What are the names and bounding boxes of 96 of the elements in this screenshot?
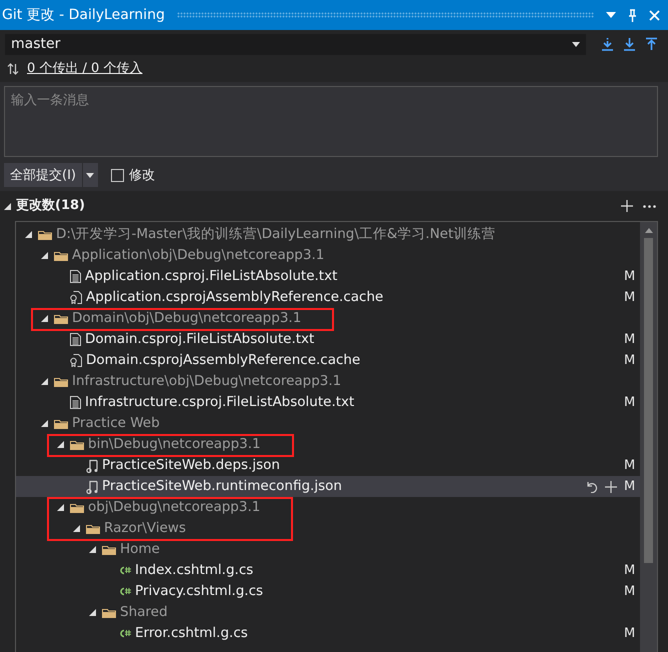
status-letter: M (624, 332, 636, 347)
folder-label: Practice Web (72, 416, 160, 431)
file-row[interactable]: PracticeSiteWeb.runtimeconfig.json M (16, 476, 640, 497)
file-row[interactable]: PracticeSiteWeb.deps.json M (16, 455, 640, 476)
csharp-file-icon (118, 566, 131, 575)
status-letter: M (624, 584, 636, 599)
folder-label: Razor\Views (104, 521, 186, 536)
sync-link[interactable]: 0 个传出 / 0 个传入 (27, 60, 142, 76)
commit-dropdown-button[interactable] (82, 163, 98, 187)
status-letter: M (624, 626, 636, 641)
expand-arrow-icon[interactable] (72, 525, 80, 532)
file-row[interactable]: Application.csproj.FileListAbsolute.txt M (16, 266, 640, 287)
ribbon-document-icon (70, 354, 82, 367)
json-file-icon (86, 480, 98, 494)
folder-icon (54, 250, 68, 261)
folder-icon (102, 607, 116, 618)
expand-arrow-icon[interactable] (4, 202, 11, 210)
status-letter: M (624, 395, 636, 410)
message-field[interactable]: 输入一条消息 (4, 86, 658, 157)
file-row[interactable]: Error.cshtml.g.cs M (16, 623, 640, 644)
file-name: Domain.csprojAssemblyReference.cache (86, 353, 360, 368)
folder-label: obj\Debug\netcoreapp3.1 (88, 500, 260, 515)
document-icon (70, 396, 81, 409)
sync-icon (7, 62, 19, 74)
close-icon[interactable] (649, 10, 660, 20)
folder-label: Domain\obj\Debug\netcoreapp3.1 (72, 311, 302, 326)
pull-icon[interactable] (623, 37, 636, 51)
file-name: Index.cshtml.g.cs (135, 563, 254, 578)
document-icon (70, 333, 81, 346)
file-row[interactable]: Privacy.cshtml.g.cs M (16, 581, 640, 602)
file-name: Domain.csproj.FileListAbsolute.txt (85, 332, 314, 347)
expand-arrow-icon[interactable] (56, 504, 64, 511)
folder-icon (102, 544, 116, 555)
expand-arrow-icon[interactable] (40, 252, 48, 259)
push-icon[interactable] (645, 37, 658, 51)
status-letter: M (624, 353, 636, 368)
status-letter: M (624, 458, 636, 473)
file-name: Application.csproj.FileListAbsolute.txt (85, 269, 338, 284)
status-letter: M (624, 479, 636, 494)
branch-dropdown[interactable]: master (5, 34, 586, 54)
amend-label: 修改 (128, 167, 155, 184)
expand-arrow-icon[interactable] (88, 546, 96, 553)
folder-icon (54, 376, 68, 387)
caret-icon (86, 172, 94, 178)
expand-arrow-icon[interactable] (40, 378, 48, 385)
file-row[interactable]: Domain.csproj.FileListAbsolute.txt M (16, 329, 640, 350)
file-name: Privacy.cshtml.g.cs (135, 584, 264, 599)
json-file-icon (86, 458, 98, 472)
expand-arrow-icon[interactable] (56, 441, 64, 448)
file-row[interactable]: Domain.csprojAssemblyReference.cache M (16, 350, 640, 371)
folder-label: D:\开发学习-Master\我的训练营\DailyLearning\工作&学习.Net训练营 (56, 227, 496, 242)
folder-icon (54, 313, 68, 324)
pin-icon[interactable] (628, 8, 637, 22)
status-letter: M (624, 563, 636, 578)
scroll-thumb[interactable] (644, 238, 653, 563)
file-name: PracticeSiteWeb.deps.json (102, 458, 280, 473)
undo-icon[interactable] (586, 480, 598, 492)
file-row[interactable]: Application.csprojAssemblyReference.cache M (16, 287, 640, 308)
amend-checkbox[interactable] (110, 168, 124, 182)
csharp-file-icon (118, 629, 131, 638)
document-icon (70, 270, 81, 283)
file-row[interactable]: Infrastructure.csproj.FileListAbsolute.txt M (16, 392, 640, 413)
folder-label: Application\obj\Debug\netcoreapp3.1 (72, 248, 324, 263)
folder-label: Home (120, 542, 160, 557)
add-icon[interactable] (621, 200, 633, 212)
file-name: Application.csprojAssemblyReference.cache (86, 290, 384, 305)
file-name: Infrastructure.csproj.FileListAbsolute.txt (85, 395, 354, 410)
file-row[interactable]: Index.cshtml.g.cs M (16, 560, 640, 581)
add-icon[interactable] (605, 480, 617, 492)
folder-icon (54, 418, 68, 429)
ribbon-document-icon (70, 291, 82, 304)
folder-icon (70, 439, 84, 450)
folder-icon (38, 229, 52, 240)
expand-arrow-icon[interactable] (88, 609, 96, 616)
file-name: Error.cshtml.g.cs (135, 626, 248, 641)
window-title: Git 更改 - DailyLearning (2, 6, 165, 24)
folder-label: Infrastructure\obj\Debug\netcoreapp3.1 (72, 374, 342, 389)
expand-arrow-icon[interactable] (24, 231, 32, 238)
expand-arrow-icon[interactable] (40, 315, 48, 322)
caret-icon (572, 42, 580, 46)
dropdown-icon[interactable] (606, 12, 616, 18)
folder-icon (86, 523, 100, 534)
more-icon[interactable] (643, 204, 656, 208)
folder-label: Shared (120, 605, 168, 620)
commit-all-button[interactable]: 全部提交(I) (4, 163, 83, 187)
status-letter: M (624, 290, 636, 305)
scrollbar[interactable] (640, 222, 657, 652)
scroll-up-icon[interactable] (644, 228, 652, 233)
changes-header: 更改数(18) (16, 198, 85, 214)
csharp-file-icon (118, 587, 131, 596)
folder-icon (70, 502, 84, 513)
file-name: PracticeSiteWeb.runtimeconfig.json (102, 479, 342, 494)
status-letter: M (624, 269, 636, 284)
fetch-icon[interactable] (601, 37, 614, 51)
expand-arrow-icon[interactable] (40, 420, 48, 427)
folder-label: bin\Debug\netcoreapp3.1 (88, 437, 261, 452)
